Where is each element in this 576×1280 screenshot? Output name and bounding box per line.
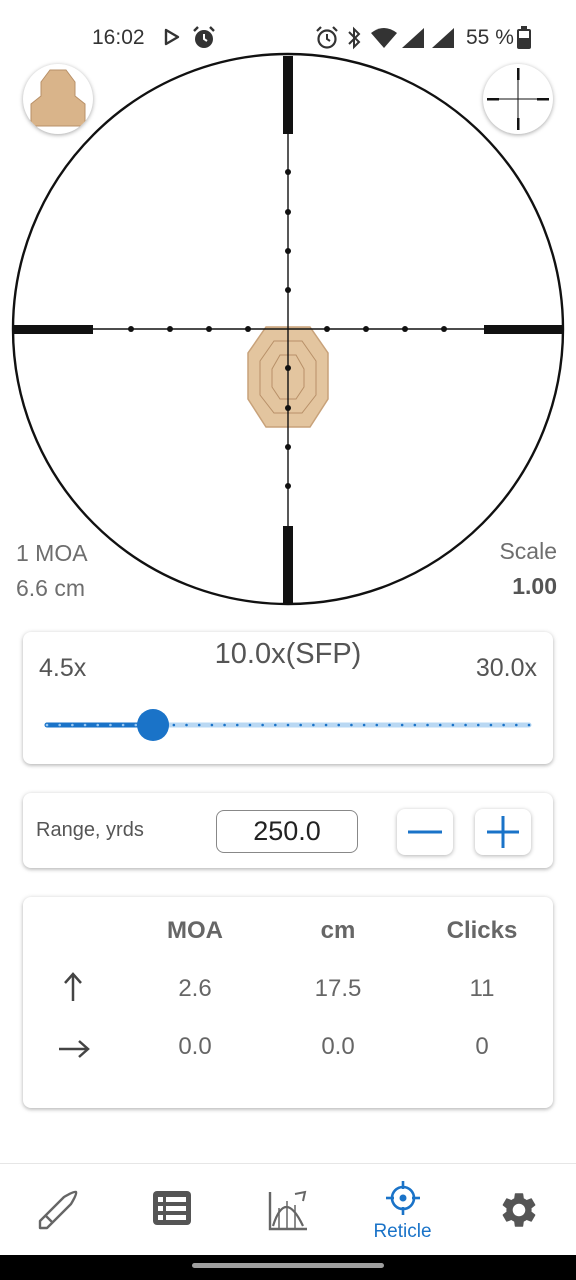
home-gesture-pill[interactable]	[192, 1263, 384, 1268]
bluetooth-icon	[348, 26, 361, 50]
windage-cm: 0.0	[321, 1033, 355, 1060]
corrections-card: MOA cm Clicks 2.6 17.5 11 0.0 0.0 0	[23, 897, 553, 1108]
list-icon	[153, 1191, 191, 1225]
elevation-cm: 17.5	[314, 975, 362, 1002]
scale-value: 1.00	[512, 573, 557, 599]
nav-label-reticle: Reticle	[373, 1221, 432, 1242]
scale-info: Scale 1.00	[499, 534, 557, 604]
battery-icon	[517, 26, 531, 49]
range-decrease-button[interactable]	[397, 809, 453, 855]
gear-icon	[502, 1193, 536, 1227]
alarm-icon	[193, 26, 215, 48]
nav-item-reticle[interactable]: Reticle	[345, 1164, 460, 1256]
zoom-max: 30.0x	[475, 654, 537, 682]
post-bottom	[283, 526, 293, 604]
range-label: Range, yrds	[36, 819, 144, 841]
nav-item-list[interactable]	[115, 1164, 230, 1256]
right-arrow-icon	[59, 1040, 90, 1058]
wifi-icon	[371, 28, 397, 48]
trajectory-icon	[268, 1190, 307, 1231]
zoom-slider[interactable]	[39, 708, 537, 744]
plus-icon	[487, 816, 519, 848]
elevation-clicks: 11	[469, 975, 495, 1002]
header-moa: MOA	[167, 917, 223, 944]
moa-label: 1 MOA	[16, 540, 88, 566]
scale-label: Scale	[499, 538, 557, 564]
zoom-slider-thumb	[137, 709, 170, 741]
target-thumbnail-icon	[30, 69, 86, 127]
header-cm: cm	[320, 917, 356, 944]
zoom-card: 4.5x 10.0x(SFP) 30.0x	[23, 632, 553, 764]
reticle-view[interactable]	[0, 52, 576, 612]
bullet-icon	[38, 1190, 78, 1230]
battery-percent: 55 %	[466, 26, 514, 49]
post-top	[283, 56, 293, 134]
signal-icon	[402, 28, 424, 48]
elevation-moa: 2.6	[178, 975, 212, 1002]
windage-clicks: 0	[475, 1033, 489, 1060]
moa-info: 1 MOA 6.6 cm	[16, 536, 88, 606]
nav-item-settings[interactable]	[461, 1164, 576, 1256]
target-select-button[interactable]	[23, 64, 93, 134]
minus-icon	[408, 830, 442, 834]
post-right	[484, 325, 562, 334]
range-card: Range, yrds 250.0	[23, 793, 553, 868]
bottom-nav: Reticle	[0, 1163, 576, 1256]
reticle-select-button[interactable]	[483, 64, 553, 134]
play-store-icon	[164, 28, 180, 46]
range-increase-button[interactable]	[475, 809, 531, 855]
crosshair-icon	[386, 1181, 420, 1215]
header-clicks: Clicks	[446, 917, 518, 944]
zoom-current: 10.0x(SFP)	[214, 638, 362, 670]
nav-item-ammo[interactable]	[0, 1164, 115, 1256]
nav-item-trajectory[interactable]	[230, 1164, 345, 1256]
status-time: 16:02	[92, 26, 145, 49]
windage-moa: 0.0	[178, 1033, 212, 1060]
moa-size: 6.6 cm	[16, 575, 86, 601]
reticle-thumbnail-icon	[487, 68, 549, 130]
up-arrow-icon	[64, 972, 82, 1001]
alarm-outline-icon	[316, 26, 338, 49]
post-left	[14, 325, 93, 334]
range-input[interactable]: 250.0	[216, 810, 358, 853]
signal-icon-2	[432, 28, 454, 48]
